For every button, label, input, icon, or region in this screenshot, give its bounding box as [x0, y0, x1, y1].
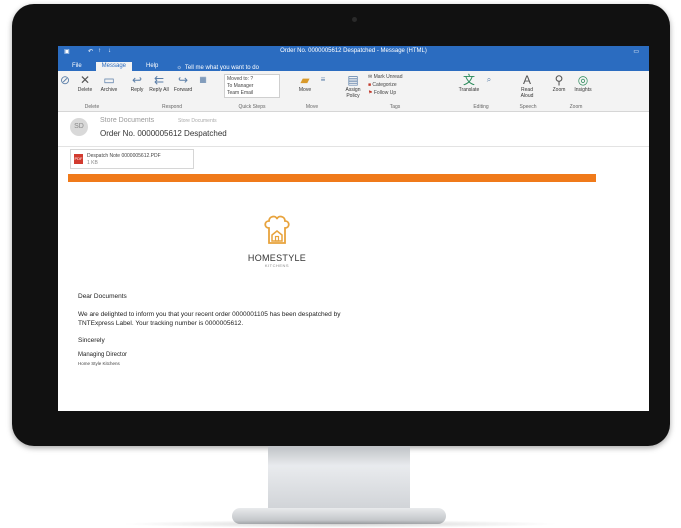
find-icon: ⌕ [486, 75, 492, 84]
brand-subtitle: KITCHENS [264, 263, 290, 268]
ribbon-display-icon[interactable]: ▭ [633, 48, 639, 55]
menu-bar: File Message Help ☼ Tell me what you wan… [58, 59, 649, 71]
move-button[interactable]: ▰ Move [294, 73, 316, 93]
tab-help[interactable]: Help [140, 62, 164, 71]
quick-steps-group: Moved to: ? To Manager Team Email Quick … [220, 71, 284, 111]
outlook-window: ▣ ↶ ↑ ↓ Order No. 0000005612 Despatched … [58, 46, 649, 411]
body-line-2: TNTExpress Label. Your tracking number i… [78, 320, 244, 327]
insights-button[interactable]: ◎ Insights [572, 73, 594, 93]
delete-group: ⊘ ✕ Delete ▭ Archive Delete [60, 71, 124, 111]
folder-icon: ▰ [300, 73, 310, 87]
sender-name[interactable]: Store Documents [100, 117, 154, 124]
respond-group: ↩ Reply ⇇ Reply All ↪ Forward ▦ Respond [126, 71, 218, 111]
tab-message[interactable]: Message [95, 62, 133, 71]
delete-icon: ✕ [79, 73, 91, 87]
message-subject: Order No. 0000005612 Despatched [100, 129, 227, 138]
title-bar: ▣ ↶ ↑ ↓ Order No. 0000005612 Despatched … [58, 46, 649, 59]
ignore-icon: ⊘ [60, 73, 71, 87]
forward-icon: ↪ [177, 73, 189, 87]
monitor: ▣ ↶ ↑ ↓ Order No. 0000005612 Despatched … [12, 4, 670, 446]
sender-address[interactable]: Store Documents [178, 118, 217, 124]
follow-up-button[interactable]: ⚑ Follow Up [368, 90, 396, 97]
greeting: Dear Documents [78, 293, 127, 300]
archive-button[interactable]: ▭ Archive [98, 73, 120, 93]
quick-step-item[interactable]: Moved to: ? [227, 76, 277, 83]
reply-button[interactable]: ↩ Reply [126, 73, 148, 93]
chef-hat-house-icon [264, 215, 290, 244]
attachment-size: 1 KB [87, 160, 98, 166]
webcam [352, 17, 357, 22]
assign-policy-button[interactable]: ▤ Assign Policy [342, 73, 364, 99]
body-line-1: We are delighted to inform you that your… [78, 311, 341, 318]
monitor-stand [268, 446, 410, 512]
read-aloud-button[interactable]: A Read Aloud [516, 73, 538, 99]
magnifier-icon: ⚲ [554, 73, 564, 87]
attachment-name: Despatch Note 0000005612.PDF [87, 153, 161, 159]
ribbon: ⊘ ✕ Delete ▭ Archive Delete ↩ Reply ⇇ Reply … [58, 71, 649, 112]
zoom-button[interactable]: ⚲ Zoom [548, 73, 570, 93]
attachment-bar: PDF Despatch Note 0000005612.PDF 1 KB [58, 147, 649, 171]
policy-icon: ▤ [347, 73, 359, 87]
archive-icon: ▭ [103, 73, 115, 87]
ignore-button[interactable]: ⊘ [60, 73, 70, 87]
insights-icon: ◎ [577, 73, 589, 87]
signature-company: Home Style Kitchens [78, 361, 120, 366]
delete-button[interactable]: ✕ Delete [74, 73, 96, 93]
signature-title: Managing Director [78, 352, 128, 358]
tags-group: ▤ Assign Policy ✉ Mark Unread ■ Categoriz… [340, 71, 450, 111]
read-aloud-icon: A [522, 73, 531, 87]
rules-button[interactable]: ≡ [316, 73, 330, 87]
mark-unread-button[interactable]: ✉ Mark Unread [368, 74, 403, 81]
editing-group: 文 Translate ⌕ Editing [456, 71, 506, 111]
translate-button[interactable]: 文 Translate [458, 73, 480, 93]
reply-icon: ↩ [131, 73, 143, 87]
message-header: SD Store Documents Store Documents Order… [58, 112, 649, 147]
move-group: ▰ Move ≡ Move [290, 71, 334, 111]
quick-steps-list[interactable]: Moved to: ? To Manager Team Email [224, 74, 280, 98]
closing: Sincerely [78, 337, 105, 344]
attachment-item[interactable]: PDF Despatch Note 0000005612.PDF 1 KB [70, 149, 194, 169]
categorize-button[interactable]: ■ Categorize [368, 82, 397, 89]
rules-icon: ≡ [320, 75, 326, 84]
zoom-group: ⚲ Zoom ◎ Insights Zoom [546, 71, 606, 111]
speech-group: A Read Aloud Speech [514, 71, 542, 111]
tab-file[interactable]: File [66, 62, 88, 71]
quick-step-item[interactable]: Team Email [227, 90, 277, 97]
brand-logo: HOMESTYLE KITCHENS [242, 213, 312, 268]
more-respond-button[interactable]: ▦ [196, 73, 210, 87]
forward-button[interactable]: ↪ Forward [172, 73, 194, 93]
window-title: Order No. 0000005612 Despatched - Messag… [280, 48, 427, 54]
reply-all-icon: ⇇ [153, 73, 165, 87]
quick-step-item[interactable]: To Manager [227, 83, 277, 90]
more-respond-icon: ▦ [199, 75, 207, 84]
shadow [120, 520, 560, 528]
translate-icon: 文 [462, 73, 475, 87]
find-button[interactable]: ⌕ [482, 73, 496, 87]
avatar: SD [70, 118, 88, 136]
reply-all-button[interactable]: ⇇ Reply All [148, 73, 170, 93]
pdf-icon: PDF [74, 154, 83, 164]
orange-banner [68, 174, 596, 182]
brand-name: HOMESTYLE [247, 253, 307, 263]
